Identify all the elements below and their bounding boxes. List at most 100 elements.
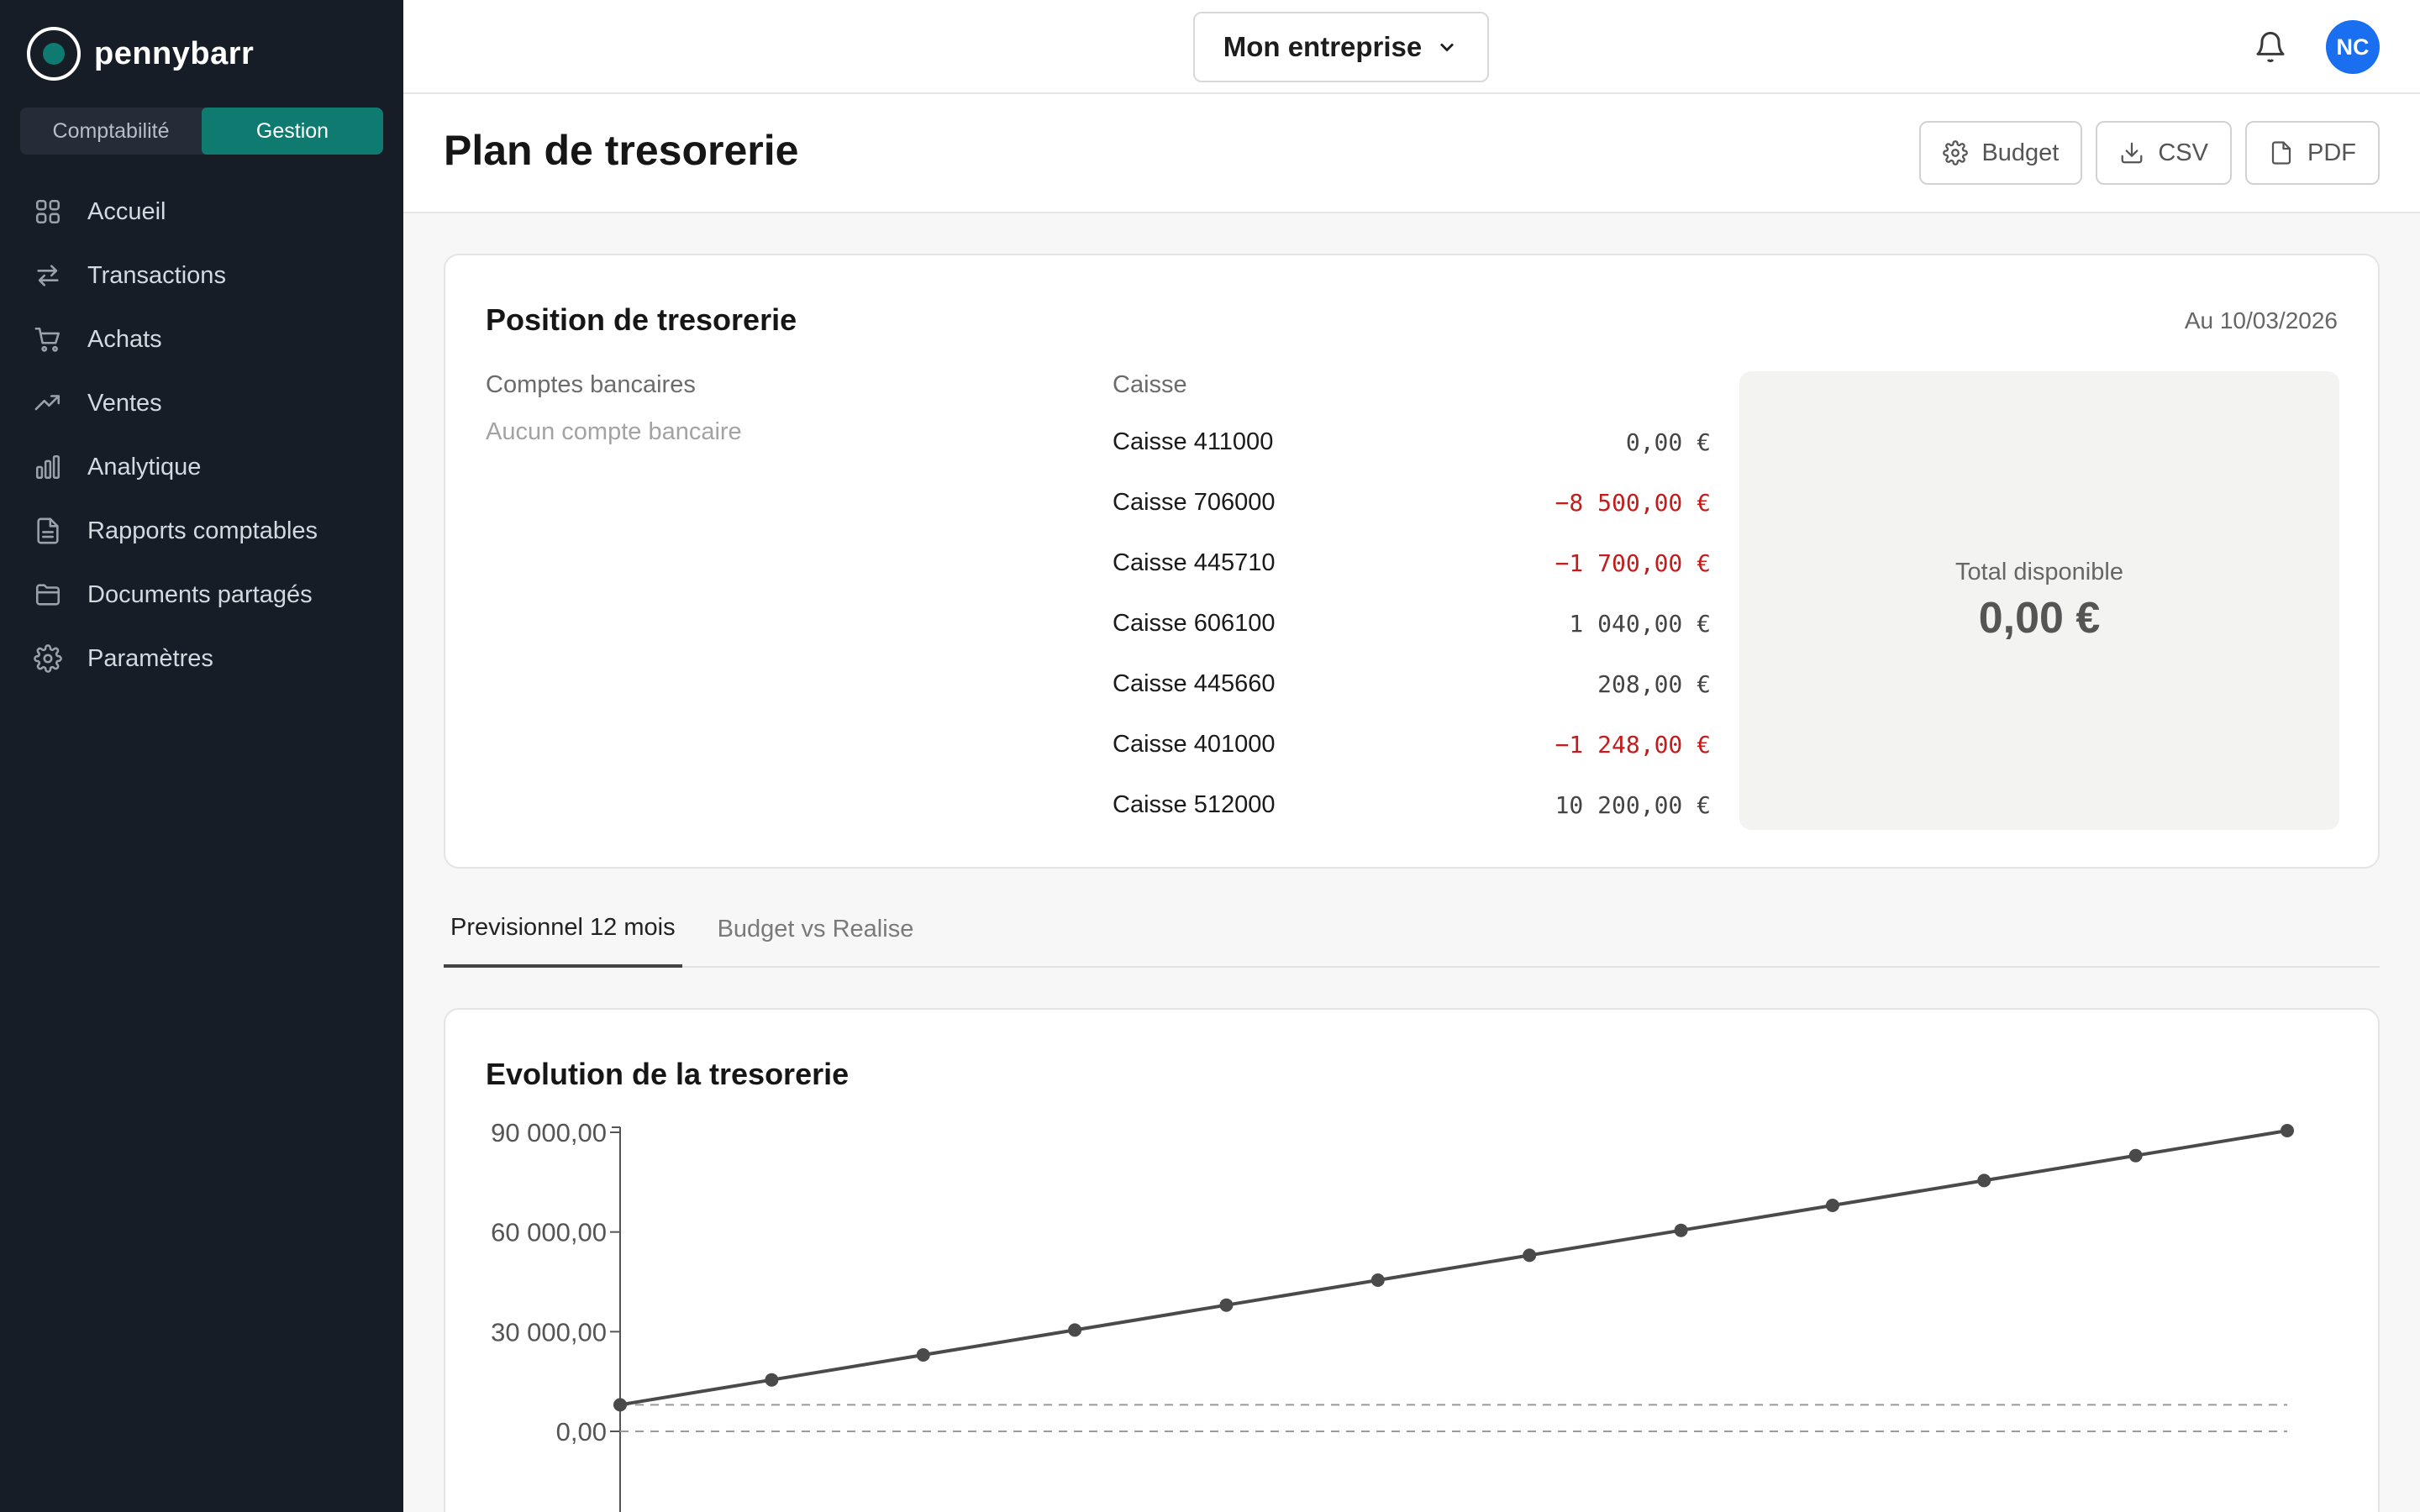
treasury-position-card: Position de tresorerie Au 10/03/2026 Com… [444,254,2380,869]
page-title: Plan de tresorerie [444,127,799,174]
cash-amount: 0,00 € [1625,428,1711,456]
file-icon [34,517,62,545]
cash-amount: −1 700,00 € [1555,549,1711,577]
sidebar-item-label: Ventes [87,389,162,417]
cash-amount: 1 040,00 € [1569,609,1711,638]
notifications-button[interactable] [2252,29,2289,66]
mode-switch: Comptabilité Gestion [20,108,383,155]
budget-button[interactable]: Budget [1919,121,2083,185]
forecast-tabs: Previsionnel 12 mois Budget vs Realise [444,890,2380,968]
cash-row: Caisse 401000 −1 248,00 € [1113,714,1711,774]
brand[interactable]: pennybarr [27,25,254,82]
total-available-box: Total disponible 0,00 € [1739,371,2339,830]
cash-row: Caisse 445710 −1 700,00 € [1113,533,1711,593]
cash-account-name: Caisse 606100 [1113,609,1276,637]
csv-button[interactable]: CSV [2096,121,2232,185]
switch-gestion[interactable]: Gestion [202,108,383,155]
data-point [2281,1124,2294,1138]
top-bar: Mon entreprise NC [403,0,2420,94]
data-point [765,1373,779,1387]
sidebar-nav: Accueil Transactions Achats Ventes Analy… [20,180,383,690]
sidebar-item-label: Achats [87,325,162,353]
cash-row: Caisse 445660 208,00 € [1113,654,1711,714]
download-icon [2121,142,2143,164]
chevron-down-icon [1440,43,1455,52]
sidebar-item-analytique[interactable]: Analytique [20,435,383,499]
sidebar-item-transactions[interactable]: Transactions [20,244,383,307]
brand-name: pennybarr [94,35,255,71]
tab-previsionnel[interactable]: Previsionnel 12 mois [444,890,682,968]
data-point [1825,1199,1839,1213]
data-point [613,1398,627,1412]
sidebar-item-ventes[interactable]: Ventes [20,371,383,435]
sidebar-item-accueil[interactable]: Accueil [20,180,383,244]
treasury-line-chart: 0,00 30 000,00 60 000,00 90 000,00 [491,1118,2294,1512]
y-tick-label: 30 000,00 [491,1317,607,1347]
cash-list: Caisse 411000 0,00 € Caisse 706000 −8 50… [1113,412,1711,835]
bar-chart-icon [34,453,62,481]
trend-up-icon [34,389,62,417]
y-tick-label: 0,00 [556,1417,607,1446]
sidebar-item-label: Rapports comptables [87,517,318,544]
data-point [1977,1173,1991,1188]
sidebar-item-rapports[interactable]: Rapports comptables [20,499,383,563]
arrows-icon [34,261,62,290]
total-available-value: 0,00 € [1978,593,2101,643]
data-point [1068,1323,1082,1337]
avatar[interactable]: NC [2326,20,2380,74]
sidebar-item-label: Transactions [87,261,226,289]
cash-account-name: Caisse 411000 [1113,428,1274,455]
cash-account-name: Caisse 706000 [1113,488,1276,516]
sidebar-item-label: Analytique [87,453,202,480]
total-available-label: Total disponible [1955,558,2123,585]
gear-icon [34,644,62,673]
page-header: Plan de tresorerie Budget CSV PDF [403,94,2420,213]
data-point [916,1348,930,1362]
sidebar-item-achats[interactable]: Achats [20,307,383,371]
pdf-button-label: PDF [2307,139,2356,166]
cash-account-name: Caisse 401000 [1113,730,1276,758]
data-point [2128,1148,2143,1163]
bell-icon [2256,31,2285,63]
bank-accounts-header: Comptes bancaires [486,371,696,398]
y-tick-label: 60 000,00 [491,1218,607,1247]
sidebar: pennybarr Comptabilité Gestion Accueil T… [0,0,403,1512]
cash-row: Caisse 512000 10 200,00 € [1113,774,1711,835]
sidebar-item-label: Paramètres [87,644,213,672]
data-point [1370,1273,1385,1288]
logo-icon [27,27,81,81]
budget-button-label: Budget [1981,139,2060,166]
cash-row: Caisse 706000 −8 500,00 € [1113,472,1711,533]
cash-amount: 208,00 € [1597,669,1711,698]
cash-header: Caisse [1113,371,1187,398]
cash-row: Caisse 411000 0,00 € [1113,412,1711,472]
cash-row: Caisse 606100 1 040,00 € [1113,593,1711,654]
data-point [1674,1223,1688,1237]
cash-account-name: Caisse 445660 [1113,669,1276,697]
tab-budget-vs-realise[interactable]: Budget vs Realise [711,890,921,968]
cart-icon [34,325,62,354]
switch-comptabilite[interactable]: Comptabilité [20,108,202,155]
company-selector[interactable]: Mon entreprise [1193,12,1489,82]
cash-account-name: Caisse 512000 [1113,790,1276,818]
folder-icon [34,580,62,609]
gear-icon [1943,140,1969,165]
series-line [619,1129,2288,1407]
pdf-button[interactable]: PDF [2245,121,2380,185]
cash-amount: −8 500,00 € [1555,488,1711,517]
data-point [1219,1298,1234,1312]
cash-amount: 10 200,00 € [1555,790,1711,819]
position-date: Au 10/03/2026 [2184,307,2338,333]
sidebar-item-label: Documents partagés [87,580,313,608]
cash-account-name: Caisse 445710 [1113,549,1276,576]
file-icon [2271,141,2291,165]
data-point [1523,1248,1537,1263]
sidebar-item-parametres[interactable]: Paramètres [20,627,383,690]
csv-button-label: CSV [2158,139,2208,166]
bank-accounts-empty: Aucun compte bancaire [486,418,742,445]
sidebar-item-label: Accueil [87,197,166,225]
cash-amount: −1 248,00 € [1555,730,1711,759]
sidebar-item-documents[interactable]: Documents partagés [20,563,383,627]
position-title: Position de tresorerie [486,302,797,337]
treasury-chart-card: Evolution de la tresorerie 0,00 30 000,00… [444,1008,2380,1512]
